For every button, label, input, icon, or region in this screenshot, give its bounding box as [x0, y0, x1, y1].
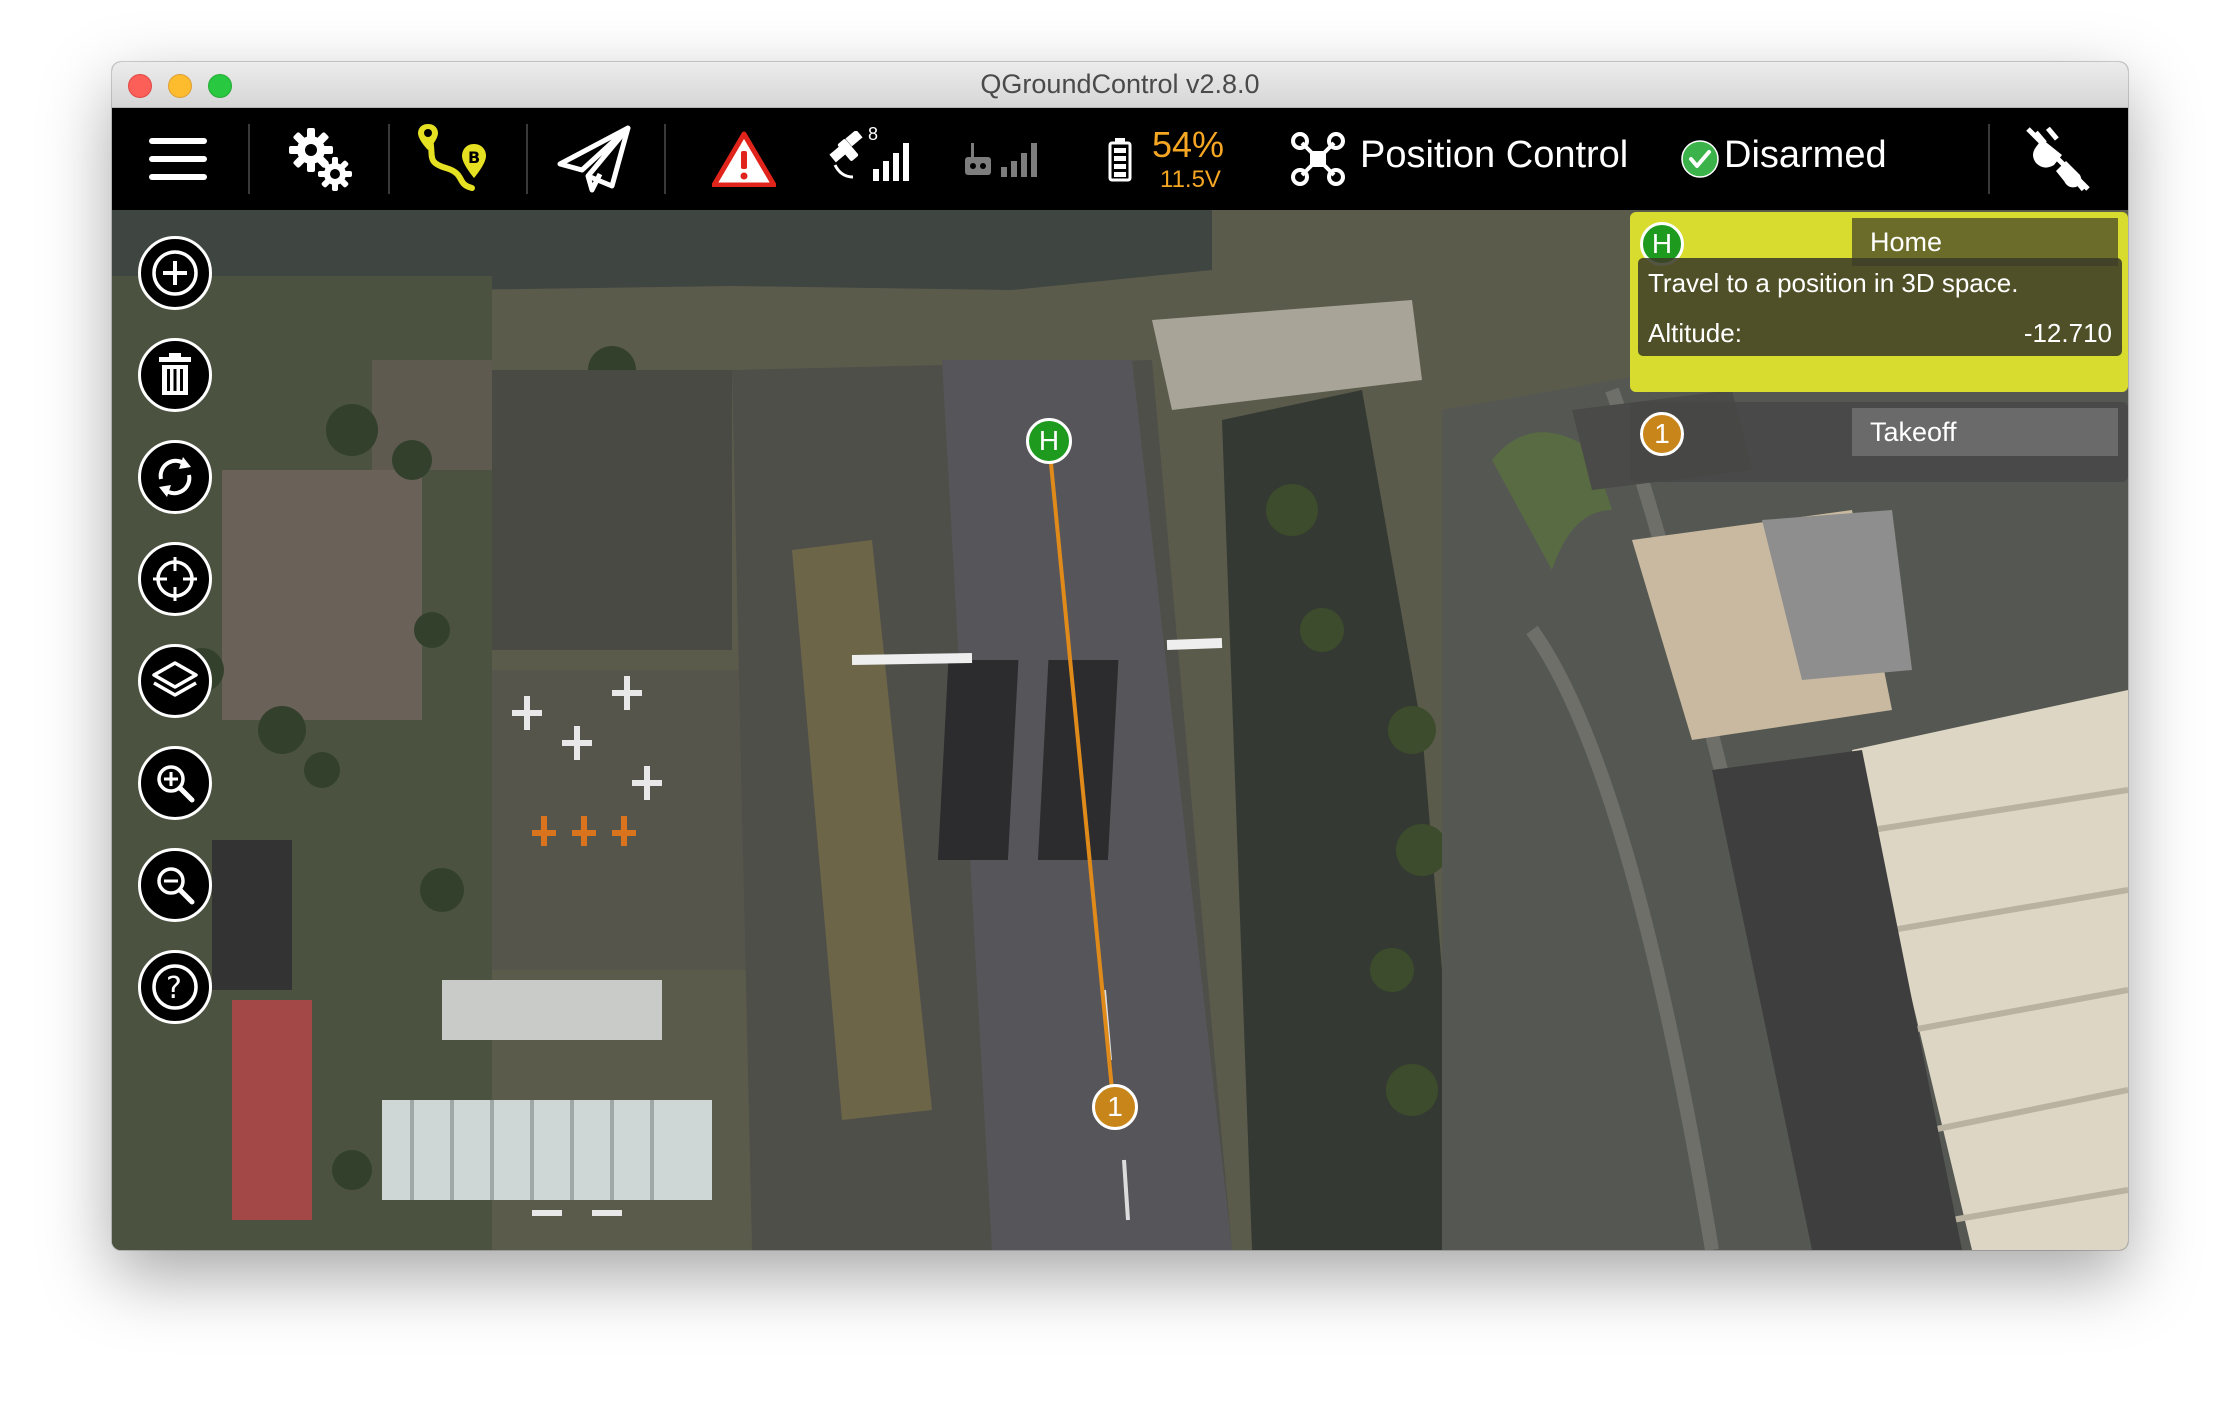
menu-button[interactable] — [130, 108, 226, 210]
window-minimize-button[interactable] — [168, 74, 192, 98]
flight-mode-selector[interactable]: Position Control — [1360, 134, 1628, 177]
altitude-value-field[interactable]: -12.710 — [2024, 318, 2112, 349]
zoom-in-button[interactable] — [138, 746, 212, 820]
mission-item-1-badge: 1 — [1640, 412, 1684, 456]
warning-icon — [712, 131, 776, 187]
mission-item-home-details: Travel to a position in 3D space. Altitu… — [1638, 258, 2122, 356]
center-map-button[interactable] — [138, 542, 212, 616]
waypoint-1-marker-label: 1 — [1107, 1091, 1123, 1122]
disconnect-button[interactable] — [2012, 108, 2102, 210]
settings-gears-icon — [289, 128, 352, 191]
add-waypoint-icon — [152, 250, 198, 296]
altitude-label: Altitude: — [1648, 318, 1742, 348]
battery-icon — [1108, 138, 1132, 182]
battery-status[interactable] — [1100, 108, 1140, 210]
home-badge-label: H — [1651, 228, 1673, 259]
menu-icon — [149, 138, 207, 180]
flight-mode-icon-wrap[interactable] — [1288, 108, 1348, 210]
title-bar: QGroundControl v2.8.0 — [112, 62, 2128, 108]
waypoint-1-map-marker[interactable]: 1 — [1092, 1084, 1138, 1130]
battery-percent: 54% — [1152, 124, 1225, 165]
app-window: QGroundControl v2.8.0 B 8 54% 11.5V Posi… — [112, 62, 2128, 1250]
messages-warning-button[interactable] — [704, 108, 784, 210]
home-marker-label: H — [1038, 425, 1060, 456]
toolbar-separator — [248, 124, 250, 194]
fly-view-button[interactable] — [546, 108, 642, 210]
check-circle-icon — [1681, 140, 1719, 178]
settings-button[interactable] — [272, 108, 368, 210]
toolbar-separator — [526, 124, 528, 194]
quadcopter-icon — [1291, 132, 1345, 186]
toolbar-separator — [388, 124, 390, 194]
add-waypoint-button[interactable] — [138, 236, 212, 310]
map-layers-icon — [152, 661, 198, 697]
svg-text:B: B — [468, 148, 480, 167]
arm-state-button[interactable]: Disarmed — [1724, 134, 1887, 177]
waypoint-1-badge-label: 1 — [1654, 418, 1670, 449]
zoom-out-button[interactable] — [138, 848, 212, 922]
delete-icon — [159, 353, 191, 395]
plan-route-icon: B — [418, 124, 486, 191]
satellite-count: 8 — [868, 124, 879, 144]
plan-view-button[interactable]: B — [408, 108, 504, 210]
home-command-label: Home — [1870, 226, 1943, 257]
arm-status-icon-wrap — [1678, 108, 1722, 210]
help-icon: ? — [152, 964, 198, 1010]
window-title: QGroundControl v2.8.0 — [980, 69, 1260, 99]
disconnect-plug-icon — [2026, 126, 2090, 192]
fly-paper-plane-icon — [557, 125, 631, 193]
home-map-marker[interactable]: H — [1026, 418, 1072, 464]
zoom-in-icon — [157, 765, 195, 803]
window-zoom-button[interactable] — [208, 74, 232, 98]
delete-mission-button[interactable] — [138, 338, 212, 412]
sync-icon — [158, 457, 192, 497]
sync-mission-button[interactable] — [138, 440, 212, 514]
rc-rssi-status[interactable] — [960, 108, 1050, 210]
main-toolbar: B 8 54% 11.5V Position Control Disarmed — [112, 108, 2128, 210]
battery-voltage: 11.5V — [1160, 166, 1221, 193]
rc-signal-icon — [965, 143, 1037, 177]
svg-text:?: ? — [166, 971, 182, 1006]
takeoff-command-label: Takeoff — [1870, 416, 1957, 447]
zoom-out-icon — [157, 867, 195, 905]
center-crosshair-icon — [153, 557, 197, 601]
help-button[interactable]: ? — [138, 950, 212, 1024]
mission-item-1-command[interactable]: Takeoff — [1852, 408, 2118, 456]
home-description: Travel to a position in 3D space. — [1648, 268, 2019, 298]
window-close-button[interactable] — [128, 74, 152, 98]
toolbar-separator — [1988, 124, 1990, 194]
map-type-button[interactable] — [138, 644, 212, 718]
toolbar-separator — [664, 124, 666, 194]
